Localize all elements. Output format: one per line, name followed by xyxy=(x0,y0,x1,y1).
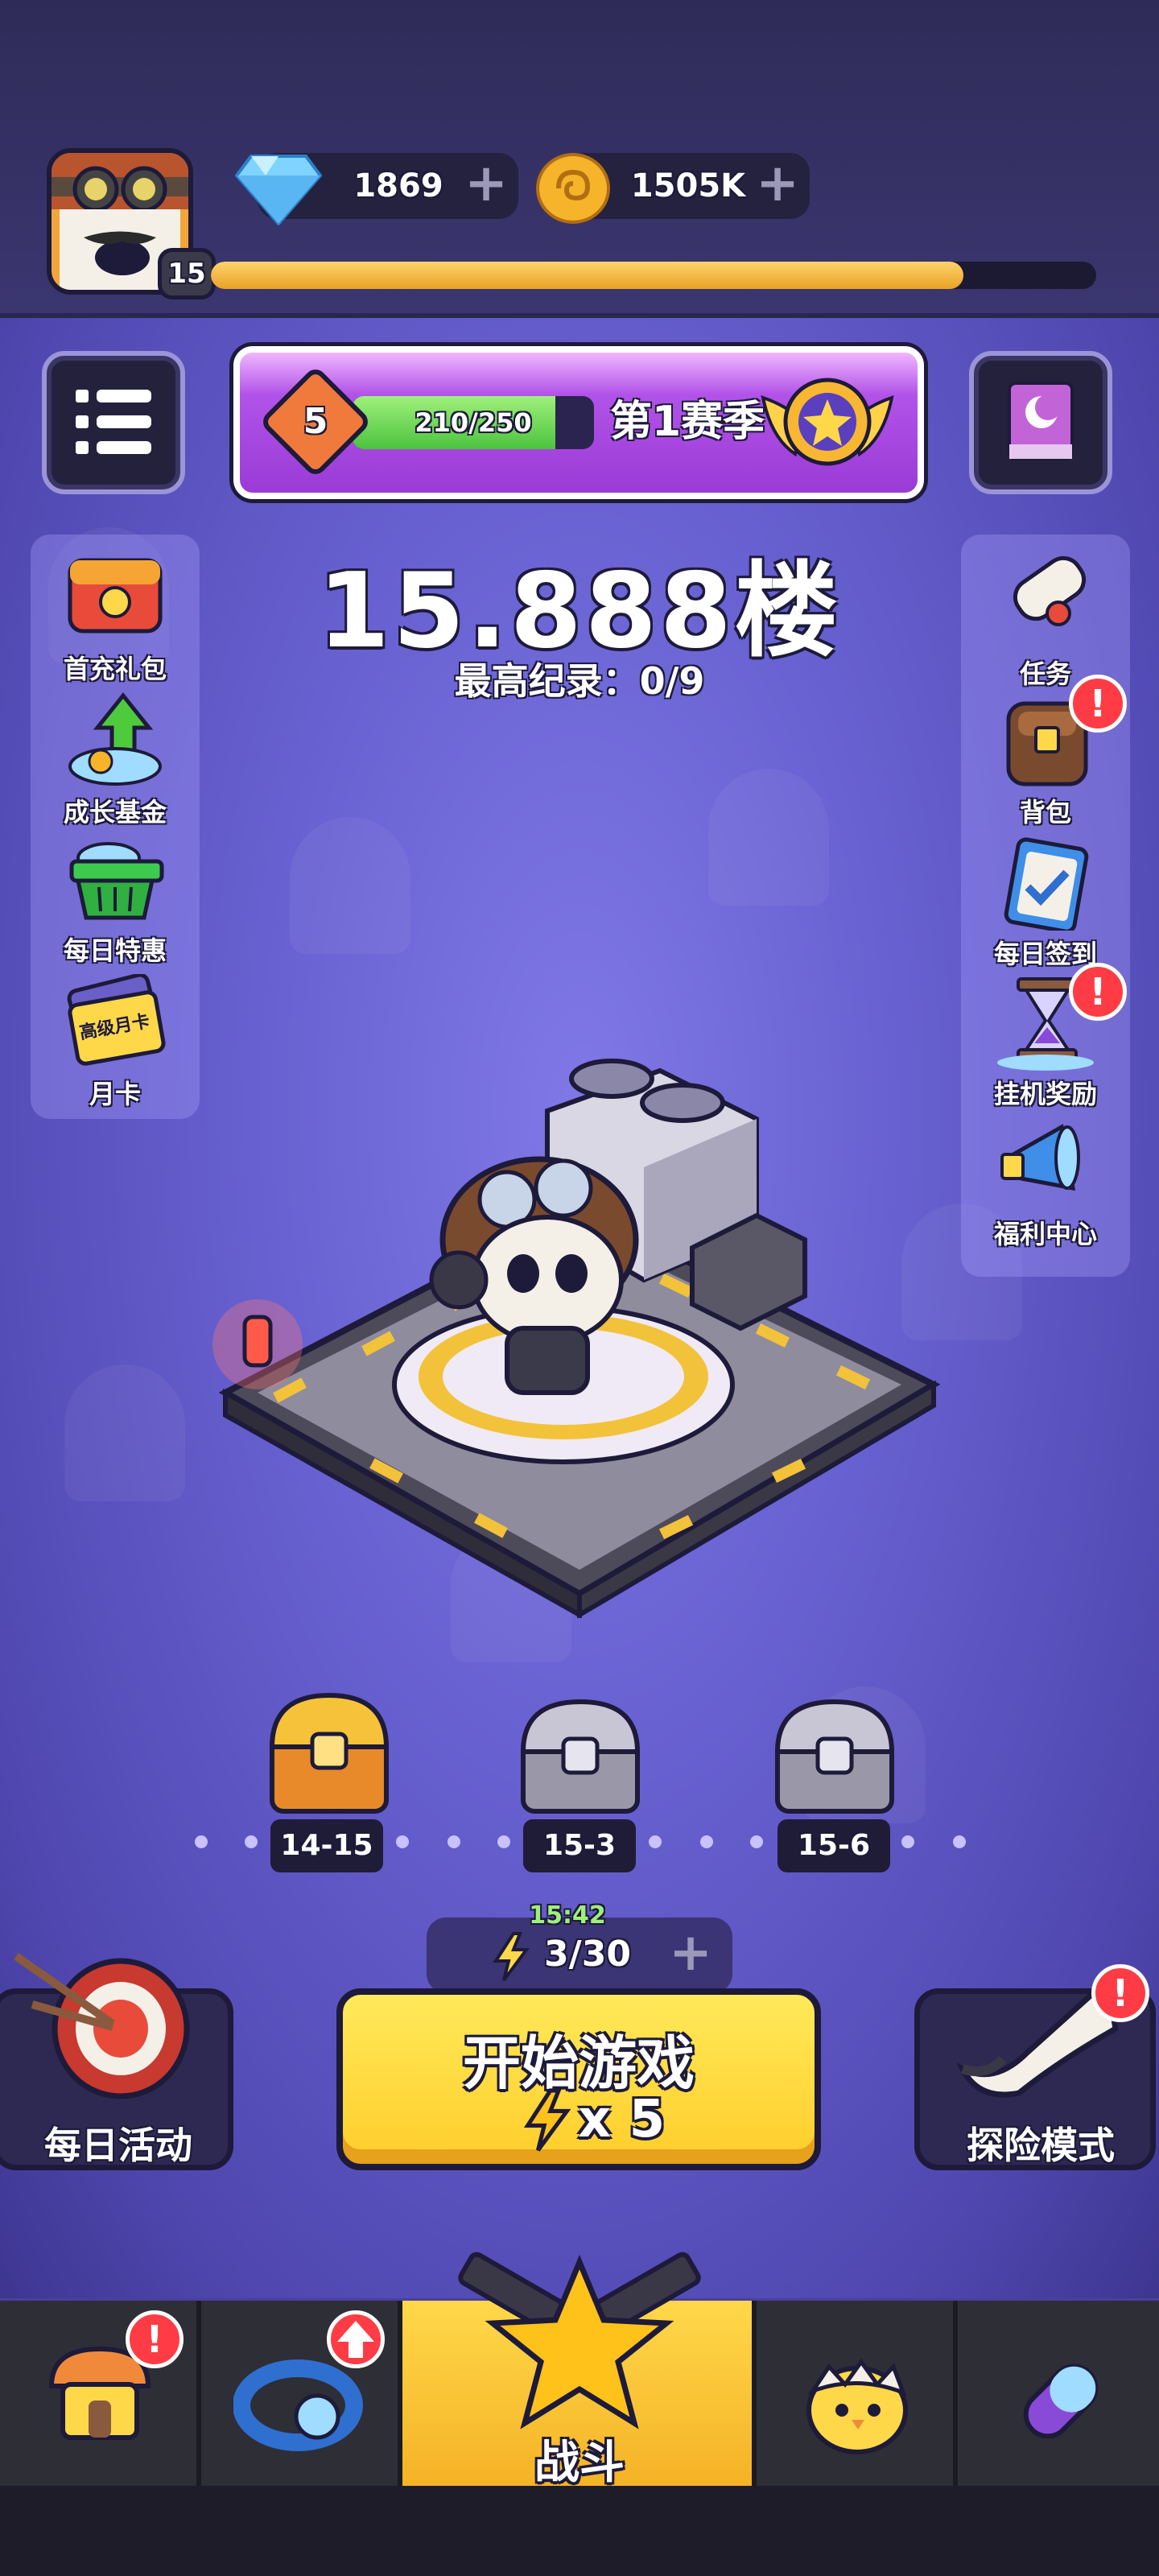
side-item-label: 月卡 xyxy=(89,1079,141,1109)
checkin-clipboard-icon xyxy=(1004,837,1089,931)
start-game-label: 开始游戏 xyxy=(462,2029,695,2097)
season-banner[interactable]: 210/250 5 第1赛季 xyxy=(233,346,924,499)
stage-chest-gold[interactable]: 14-15 xyxy=(256,1682,401,1876)
silver-chest-icon xyxy=(520,1699,641,1814)
menu-button[interactable] xyxy=(42,351,185,494)
idle-reward-alert-badge: ! xyxy=(1069,963,1127,1021)
chest-stage-label: 15-6 xyxy=(777,1819,890,1872)
nav-tab-pets[interactable] xyxy=(757,2301,958,2486)
adventure-alert-badge: ! xyxy=(1091,1964,1149,2022)
stage-chest-silver[interactable]: 15-6 xyxy=(761,1690,906,1876)
gold-coin-icon xyxy=(536,153,610,224)
growth-fund-button[interactable]: 成长基金 xyxy=(31,692,200,829)
side-item-label: 首充礼包 xyxy=(63,654,167,684)
start-game-button[interactable]: 开始游戏 x 5 xyxy=(336,1988,821,2170)
gem-count: 1869 xyxy=(353,167,443,204)
nav-tab-equipment[interactable] xyxy=(201,2301,402,2486)
month-card-button[interactable]: 高级月卡 月卡 xyxy=(31,974,200,1111)
hero-platform-scene xyxy=(212,1059,941,1618)
gift-box-icon xyxy=(68,558,163,634)
first-recharge-gift-button[interactable]: 首充礼包 xyxy=(31,549,200,686)
growth-fund-icon xyxy=(68,692,162,786)
ghost-pattern-icon xyxy=(708,769,829,906)
left-side-menu: 首充礼包 成长基金 每日特惠 高级月卡 月卡 xyxy=(31,535,200,1119)
stage-chest-silver[interactable]: 15-3 xyxy=(507,1690,652,1876)
nav-battle-label: 战斗 xyxy=(534,2437,625,2489)
shop-alert-badge: ! xyxy=(126,2310,184,2368)
side-item-label: 每日特惠 xyxy=(63,935,167,966)
silver-chest-icon xyxy=(774,1699,895,1814)
backpack-alert-badge: ! xyxy=(1069,675,1127,733)
side-item-label: 背包 xyxy=(1019,797,1071,828)
path-dot xyxy=(953,1835,966,1848)
path-dot xyxy=(700,1835,713,1848)
add-gems-button[interactable]: + xyxy=(464,158,509,209)
side-item-label: 福利中心 xyxy=(993,1219,1097,1249)
gold-count: 1505K xyxy=(630,167,746,204)
daily-activity-label: 每日活动 xyxy=(44,2124,192,2167)
daily-deal-button[interactable]: 每日特惠 xyxy=(31,831,200,968)
nav-tab-shop[interactable]: ! xyxy=(0,2301,201,2486)
capsule-pill-icon xyxy=(1023,2363,1099,2439)
upgrade-arrow-badge xyxy=(327,2310,385,2368)
start-game-cost: x 5 xyxy=(578,2090,666,2149)
diamond-icon xyxy=(235,155,322,225)
scroll-icon xyxy=(1013,555,1087,626)
lightning-icon xyxy=(523,2088,571,2152)
adventure-mode-label: 探险模式 xyxy=(967,2124,1115,2167)
ghost-pattern-icon xyxy=(290,817,410,954)
season-rank-value: 5 xyxy=(303,401,328,442)
energy-timer: 15:42 xyxy=(529,1901,606,1930)
side-item-label: 成长基金 xyxy=(63,797,167,828)
up-arrow-icon xyxy=(337,2321,374,2358)
xp-progress-fill xyxy=(211,262,963,289)
right-side-menu: 任务 背包 每日签到 挂机奖励 福利中心 xyxy=(961,535,1130,1277)
energy-value: 3/30 xyxy=(544,1934,631,1975)
ghost-pattern-icon xyxy=(64,1364,185,1501)
codex-button[interactable] xyxy=(969,351,1112,494)
list-menu-icon xyxy=(76,390,151,454)
chest-stage-label: 14-15 xyxy=(270,1819,383,1872)
gold-chest-icon xyxy=(269,1692,390,1814)
season-progress-text: 210/250 xyxy=(415,407,532,438)
daily-checkin-button[interactable]: 每日签到 xyxy=(961,834,1130,971)
welfare-center-button[interactable]: 福利中心 xyxy=(961,1114,1130,1251)
add-energy-button[interactable]: + xyxy=(668,1927,713,1979)
chest-stage-label: 15-3 xyxy=(523,1819,636,1872)
shopping-basket-icon xyxy=(69,842,164,920)
season-title: 第1赛季 xyxy=(610,398,765,446)
path-dot xyxy=(195,1835,208,1848)
star-crossed-guns-icon xyxy=(458,2252,701,2429)
player-level-badge: 15 xyxy=(158,248,216,299)
archery-target-icon xyxy=(14,1952,190,2099)
system-bottom-strip xyxy=(0,2486,1159,2576)
xp-progress-bar xyxy=(211,262,1096,289)
path-dot xyxy=(448,1835,460,1848)
task-button[interactable]: 任务 xyxy=(961,554,1130,691)
nav-tab-potions[interactable] xyxy=(958,2301,1159,2486)
lightning-icon xyxy=(493,1932,530,1982)
add-gold-button[interactable]: + xyxy=(755,158,800,209)
side-item-label: 挂机奖励 xyxy=(993,1079,1097,1109)
winged-star-medal-icon xyxy=(761,378,894,466)
megaphone-icon xyxy=(1000,1124,1080,1191)
moon-book-icon xyxy=(1008,382,1074,460)
hatching-chick-icon xyxy=(806,2358,908,2454)
